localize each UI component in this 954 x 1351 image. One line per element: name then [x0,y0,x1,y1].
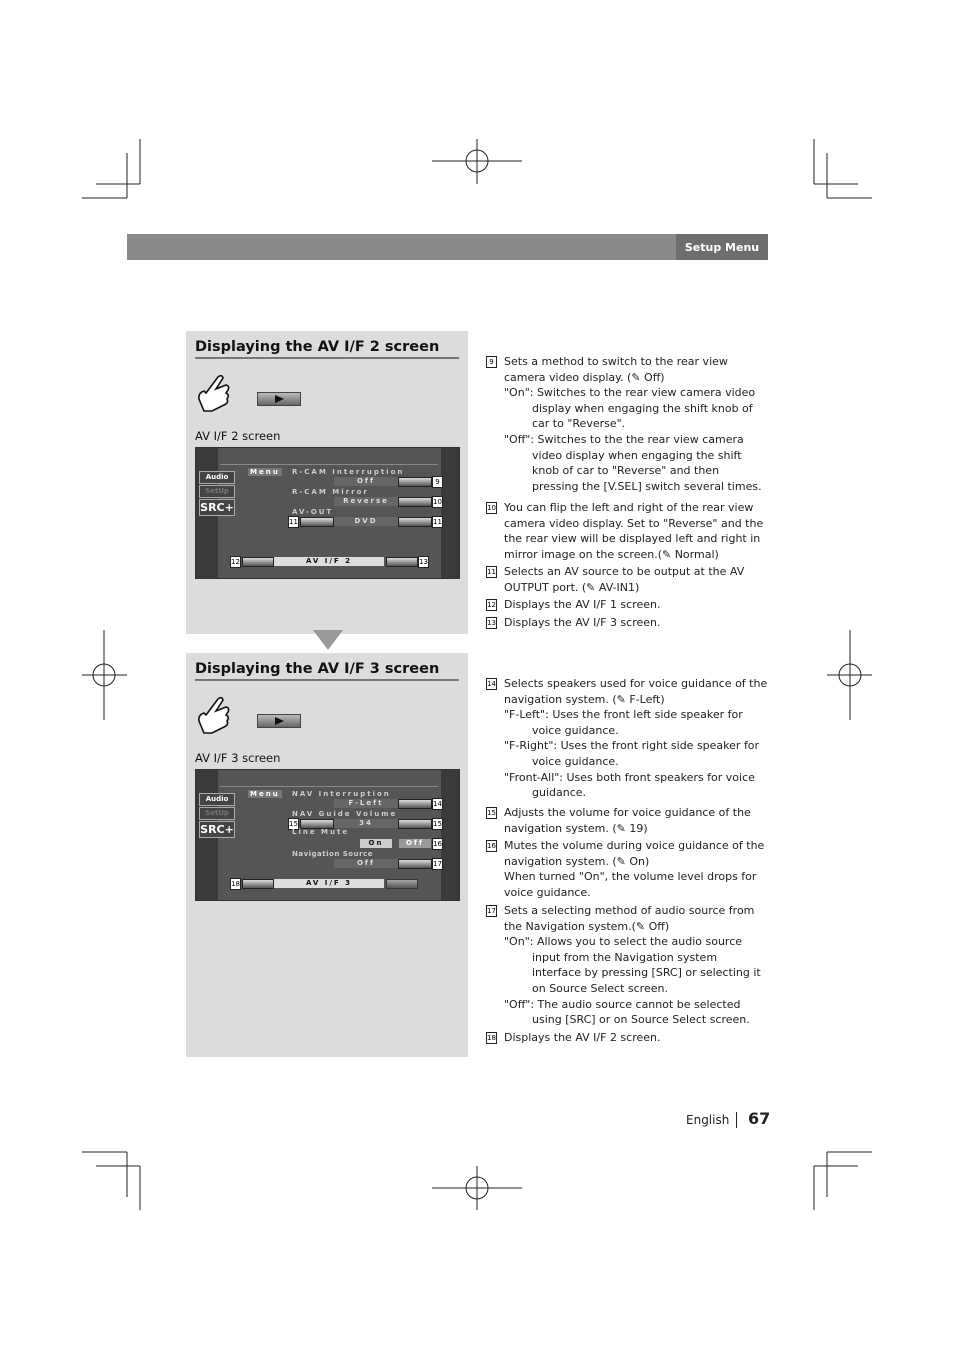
divider [736,1112,737,1128]
section-heading: Displaying the AV I/F 2 screen [195,339,459,359]
callout-number: 9 [432,476,443,488]
callout-number: 16 [432,838,443,850]
section-title: Setup Menu [676,234,768,260]
callout-number: 11 [288,516,299,528]
item-number: 14 [486,678,497,690]
src-button: SRC+ [199,499,235,516]
list-item: 13 Displays the AV I/F 3 screen. [486,615,768,631]
manual-page: Setup Menu Displaying the AV I/F 2 scree… [0,0,954,1351]
list-item: 15 Adjusts the volume for voice guidance … [486,805,768,836]
hand-touch-icon [198,374,230,412]
language-label: English [686,1113,730,1127]
callout-number: 10 [432,496,443,508]
screen-label: AV-OUT [292,508,334,516]
menu-button: Menu [248,790,282,798]
item-text: Displays the AV I/F 1 screen. [504,598,661,611]
callout-number: 11 [432,516,443,528]
av-if-2-screen-image: Audio SetUp SRC+ Menu R-CAM Interruption… [195,447,460,579]
list-item: 12 Displays the AV I/F 1 screen. [486,597,768,613]
list-item: 9 Sets a method to switch to the rear vie… [486,354,768,494]
screen-label: R-CAM Mirror [292,488,369,496]
item-text: Displays the AV I/F 2 screen. [504,1031,661,1044]
panel-av-if-3: Displaying the AV I/F 3 screen AV I/F 3 … [186,653,468,1057]
audio-button: Audio [199,471,235,484]
item-text: Adjusts the volume for voice guidance of… [504,806,751,835]
item-text: "F-Left": Uses the front left side speak… [504,708,743,737]
item-number: 12 [486,599,497,611]
item-text: You can flip the left and right of the r… [504,501,764,561]
item-number: 10 [486,502,497,514]
callout-number: 18 [230,878,241,890]
item-text: "On": Allows you to select the audio sou… [504,935,761,995]
hand-touch-icon [198,696,230,734]
next-arrow-button-icon [257,714,301,728]
next-arrow-button-icon [257,392,301,406]
screen-value: 34 [334,819,398,828]
screen-value: DVD [334,517,398,526]
item-number: 9 [486,356,497,368]
item-text: Mutes the volume during voice guidance o… [504,839,765,868]
screen-label: Line Mute [292,828,350,836]
screen-footer: AV I/F 3 [274,879,384,888]
screen-value: Off [399,839,431,848]
list-item: 10 You can flip the left and right of the… [486,500,768,562]
list-item: 18 Displays the AV I/F 2 screen. [486,1030,768,1046]
screen-caption: AV I/F 3 screen [195,751,281,765]
list-item: 11 Selects an AV source to be output at t… [486,564,768,595]
screen-value: Reverse [334,497,398,506]
screen-value: Off [334,477,398,486]
item-text: "On": Switches to the rear view camera v… [504,386,756,431]
page-number: 67 [748,1109,771,1128]
setup-button: SetUp [199,485,235,498]
setup-button: SetUp [199,807,235,820]
callout-number: 14 [432,798,443,810]
item-number: 11 [486,566,497,578]
item-text: "Off": Switches to the the rear view cam… [504,432,762,493]
screen-label: NAV Interruption [292,790,391,798]
list-item: 14 Selects speakers used for voice guidan… [486,676,768,801]
section-header-bar: Setup Menu [127,234,768,260]
item-text: Selects an AV source to be output at the… [504,565,745,594]
screen-value: Off [334,859,398,868]
item-number: 16 [486,840,497,852]
item-text: Displays the AV I/F 3 screen. [504,616,661,629]
panel-av-if-2: Displaying the AV I/F 2 screen AV I/F 2 … [186,331,468,634]
screen-value: On [360,839,392,848]
screen-label: NAV Guide Volume [292,810,398,818]
item-text: Sets a method to switch to the rear view… [504,355,728,384]
list-item: 16 Mutes the volume during voice guidance… [486,838,768,900]
crop-marks [82,139,872,1210]
callout-number: 12 [230,556,241,568]
callout-number: 13 [418,556,429,568]
item-number: 15 [486,807,497,819]
screen-footer: AV I/F 2 [274,557,384,566]
item-text: "F-Right": Uses the front right side spe… [504,739,760,768]
item-text: Sets a selecting method of audio source … [504,904,755,933]
list-item: 17 Sets a selecting method of audio sourc… [486,903,768,1028]
item-number: 18 [486,1032,497,1044]
screen-label: R-CAM Interruption [292,468,405,476]
down-triangle-icon [313,630,343,650]
screen-caption: AV I/F 2 screen [195,429,281,443]
item-number: 13 [486,617,497,629]
item-text: Selects speakers used for voice guidance… [504,677,768,706]
callout-number: 15 [432,818,443,830]
screen-value: F-Left [334,799,398,808]
audio-button: Audio [199,793,235,806]
callout-number: 17 [432,858,443,870]
src-button: SRC+ [199,821,235,838]
menu-button: Menu [248,468,282,476]
av-if-3-screen-image: Audio SetUp SRC+ Menu NAV Interruption F… [195,769,460,901]
section-heading: Displaying the AV I/F 3 screen [195,661,459,681]
screen-label: Navigation Source [292,850,373,858]
item-text: "Off": The audio source cannot be select… [504,997,750,1027]
item-text: When turned "On", the volume level drops… [504,870,757,899]
item-number: 17 [486,905,497,917]
item-text: "Front-All": Uses both front speakers fo… [504,770,755,800]
